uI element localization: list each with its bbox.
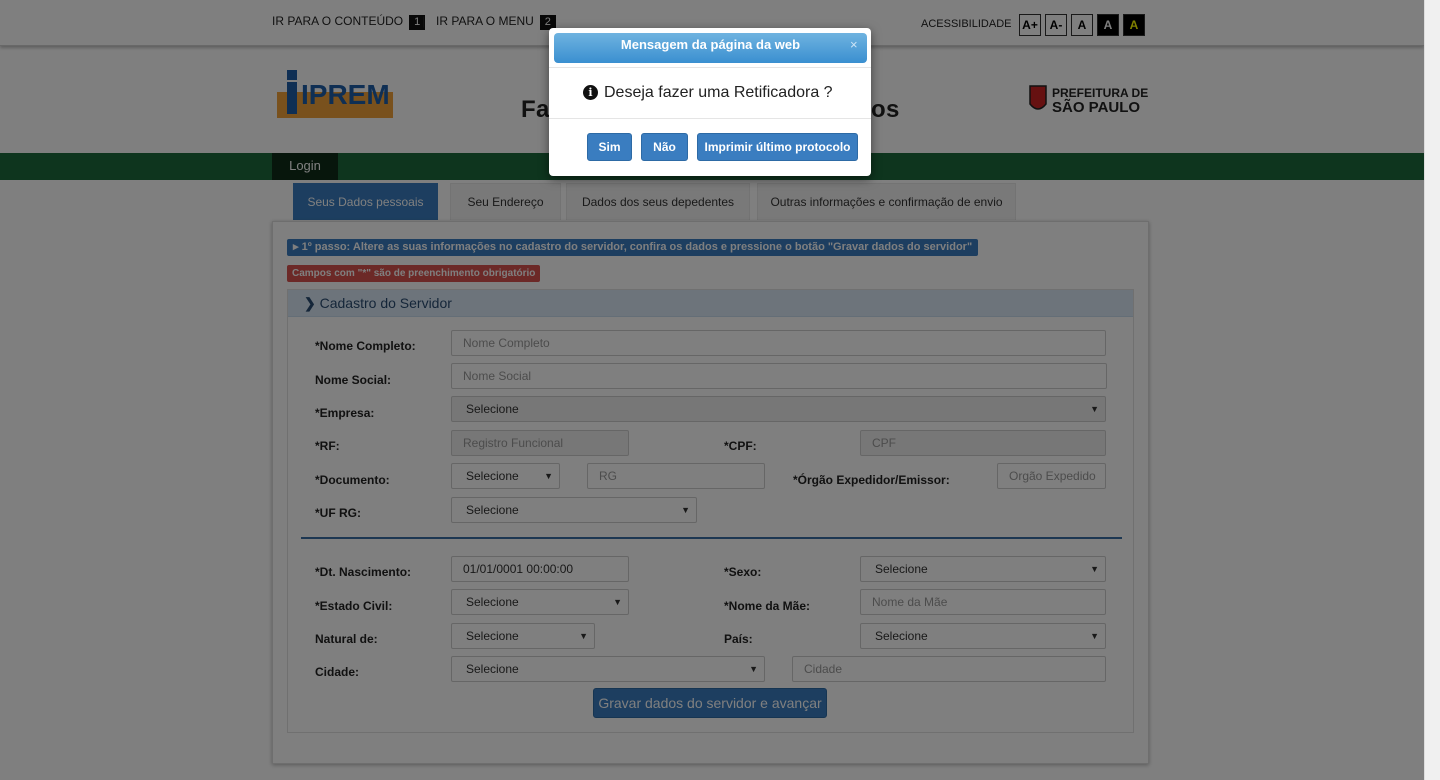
- info-icon: i: [583, 85, 598, 100]
- dialog-divider-bottom: [549, 118, 871, 119]
- dialog-title[interactable]: Mensagem da página da web: [554, 33, 867, 63]
- dialog-divider-top: [549, 67, 871, 68]
- dialog-message: Deseja fazer uma Retificadora ?: [604, 84, 833, 101]
- no-button[interactable]: Não: [641, 133, 688, 161]
- yes-button[interactable]: Sim: [587, 133, 632, 161]
- print-protocol-button[interactable]: Imprimir último protocolo: [697, 133, 858, 161]
- page-scrollbar[interactable]: [1424, 0, 1440, 780]
- close-icon[interactable]: ×: [850, 37, 858, 52]
